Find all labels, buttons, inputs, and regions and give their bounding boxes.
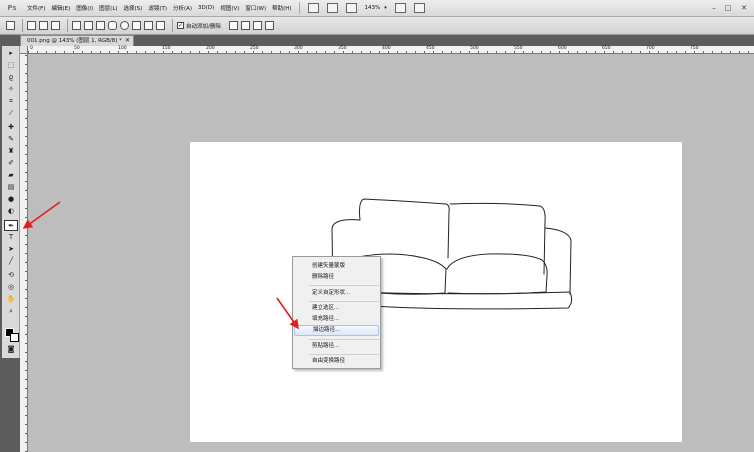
annotation-arrow-stroke-path xyxy=(276,297,299,330)
annotation-arrow-pen-tool xyxy=(22,201,61,229)
annotation-layer xyxy=(22,201,299,330)
